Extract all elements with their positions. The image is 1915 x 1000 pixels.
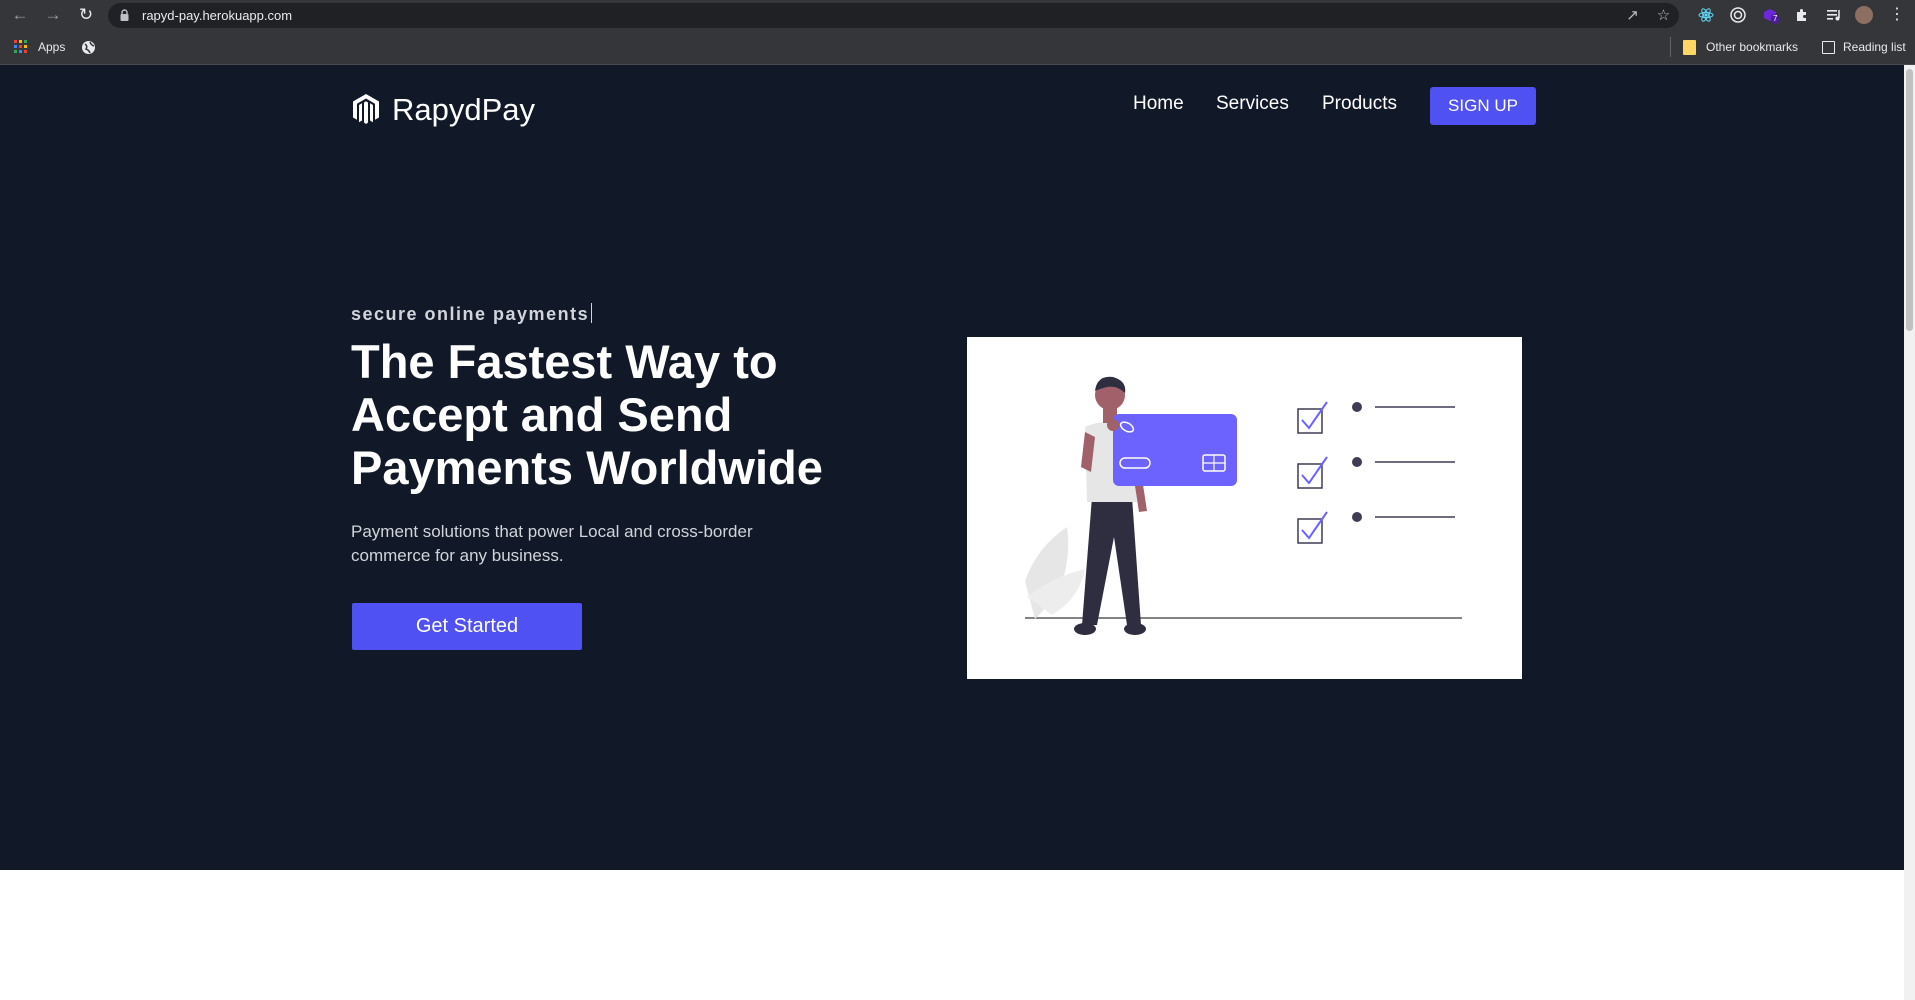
payment-illustration <box>1025 376 1462 635</box>
puzzle-icon[interactable] <box>1793 6 1811 24</box>
hero-kicker: secure online payments <box>351 303 593 325</box>
hero-subtext-line-2: commerce for any business. <box>351 546 564 565</box>
brand-name: RapydPay <box>392 92 536 127</box>
apps-grid-icon[interactable] <box>14 40 28 54</box>
folder-icon <box>1683 40 1696 55</box>
signup-button[interactable]: SIGN UP <box>1430 87 1536 125</box>
hero-headline-line-2: Accept and Send <box>351 388 733 441</box>
browser-toolbar: ← → ↻ rapyd-pay.herokuapp.com ↗ ☆ 7 ⋮ <box>0 0 1915 30</box>
brand-logo-icon <box>353 94 379 124</box>
back-icon[interactable]: ← <box>10 5 30 25</box>
target-icon[interactable] <box>1729 6 1747 24</box>
get-started-button[interactable]: Get Started <box>352 603 582 650</box>
reload-icon[interactable]: ↻ <box>76 5 96 25</box>
hero-headline-line-3: Payments Worldwide <box>351 441 823 494</box>
hero-headline: The Fastest Way to Accept and Send Payme… <box>351 335 951 494</box>
hero-section: RapydPay Home Services Products SIGN UP … <box>0 65 1904 870</box>
scrollbar-thumb[interactable] <box>1906 69 1913 331</box>
hero-kicker-text: secure online payments <box>351 304 590 324</box>
page-viewport: RapydPay Home Services Products SIGN UP … <box>0 65 1904 1000</box>
page-scrollbar[interactable] <box>1904 65 1915 1000</box>
reading-list[interactable]: Reading list <box>1843 38 1906 56</box>
lock-icon[interactable] <box>120 9 129 21</box>
globe-icon[interactable] <box>81 40 96 55</box>
nav-services[interactable]: Services <box>1216 93 1289 115</box>
address-bar[interactable]: rapyd-pay.herokuapp.com ↗ ☆ <box>108 3 1679 28</box>
url-text[interactable]: rapyd-pay.herokuapp.com <box>142 8 292 23</box>
typing-caret <box>591 303 593 323</box>
share-icon[interactable]: ↗ <box>1624 7 1641 24</box>
hero-subtext: Payment solutions that power Local and c… <box>351 520 831 568</box>
more-menu-icon[interactable]: ⋮ <box>1888 6 1906 24</box>
profile-avatar[interactable] <box>1855 6 1873 24</box>
hero-headline-line-1: The Fastest Way to <box>351 335 778 388</box>
apps-bookmark[interactable]: Apps <box>38 38 65 56</box>
reading-list-icon <box>1822 41 1835 54</box>
hero-subtext-line-1: Payment solutions that power Local and c… <box>351 522 753 541</box>
nav-home[interactable]: Home <box>1133 93 1184 115</box>
nav-products[interactable]: Products <box>1322 93 1397 115</box>
react-devtools-icon[interactable] <box>1697 6 1715 24</box>
other-bookmarks[interactable]: Other bookmarks <box>1706 38 1798 56</box>
bookmarks-divider <box>1670 37 1671 57</box>
bookmarks-bar: Apps <box>0 30 1915 65</box>
star-icon[interactable]: ☆ <box>1655 7 1672 24</box>
hero-illustration <box>967 337 1522 679</box>
forward-icon[interactable]: → <box>43 5 63 25</box>
extension-badge-icon[interactable]: 7 <box>1761 6 1780 24</box>
media-icon[interactable] <box>1825 6 1843 24</box>
